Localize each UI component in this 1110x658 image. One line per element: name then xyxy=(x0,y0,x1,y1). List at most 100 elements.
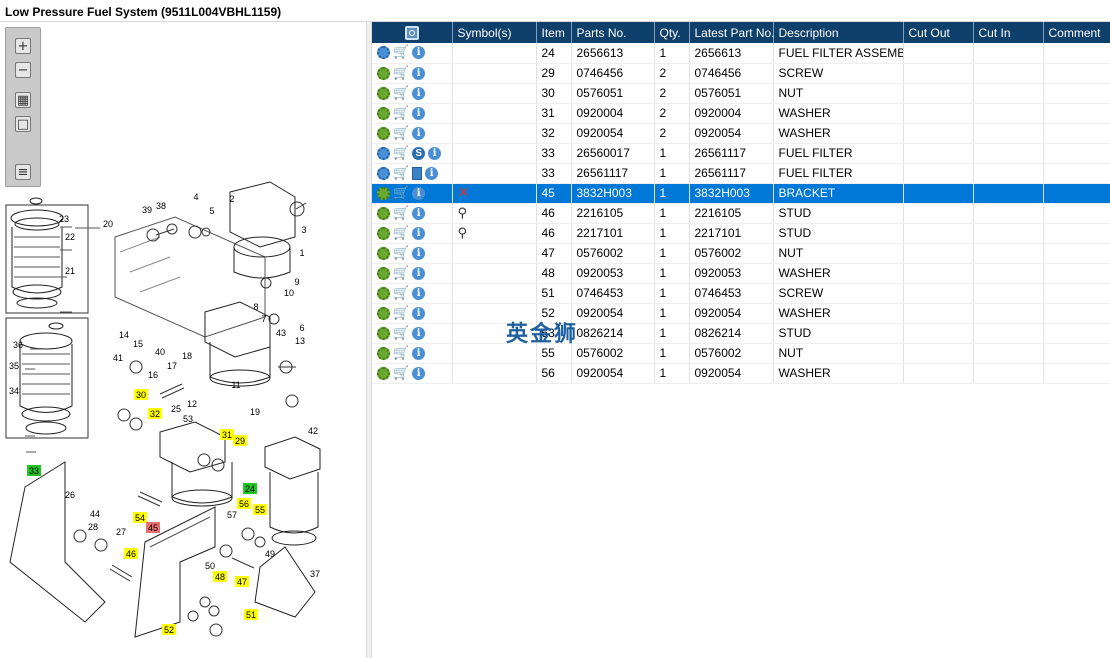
info-icon[interactable]: i xyxy=(412,266,426,280)
callout-label[interactable]: 30 xyxy=(134,389,148,400)
fit-all-button[interactable]: ▦ xyxy=(10,90,36,110)
assembly-gear-icon[interactable] xyxy=(377,46,390,60)
callout-label[interactable]: 12 xyxy=(187,399,197,409)
callout-label[interactable]: 14 xyxy=(119,330,129,340)
info-icon[interactable]: i xyxy=(412,86,426,100)
add-to-cart-icon[interactable]: 🛒 xyxy=(393,226,409,241)
settings-gear-icon[interactable] xyxy=(377,246,390,260)
info-icon[interactable]: i xyxy=(412,306,426,320)
column-header-actions[interactable] xyxy=(372,22,453,43)
callout-label[interactable]: 49 xyxy=(265,549,275,559)
table-row[interactable]: 🛒 i 29 0746456 2 0746456 SCREW xyxy=(372,63,1110,84)
callout-label[interactable]: 56 xyxy=(237,498,251,509)
callout-label[interactable]: 33 xyxy=(27,465,41,476)
callout-label[interactable]: 18 xyxy=(182,351,192,361)
callout-label[interactable]: 13 xyxy=(295,336,305,346)
info-icon[interactable]: i xyxy=(412,206,426,220)
callout-label[interactable]: 10 xyxy=(284,288,294,298)
callout-label[interactable]: 32 xyxy=(148,408,162,419)
diagram-pane[interactable]: 23 22 21 20 36 35 34 33 39 38 4 5 2 3 1 10 9 8 7 6 14 15 18 43 1… xyxy=(0,22,366,658)
callout-label[interactable]: 34 xyxy=(9,386,19,396)
callout-label[interactable]: 31 xyxy=(220,429,234,440)
add-to-cart-icon[interactable]: 🛒 xyxy=(393,186,409,201)
callout-label[interactable]: 50 xyxy=(205,561,215,571)
callout-label[interactable]: 52 xyxy=(162,624,176,635)
column-header-qty[interactable]: Qty. xyxy=(654,22,690,43)
callout-label[interactable]: 38 xyxy=(156,201,166,211)
table-row[interactable]: 🛒 i 31 0920004 2 0920004 WASHER xyxy=(372,103,1110,124)
table-row[interactable]: 🛒 i 33 26561117 1 26561117 FUEL FILTER xyxy=(372,163,1110,184)
settings-gear-icon[interactable] xyxy=(377,206,390,220)
table-row[interactable]: 🛒 i ⚲ 46 2217101 1 2217101 STUD xyxy=(372,223,1110,244)
settings-gear-icon[interactable] xyxy=(377,86,390,100)
callout-label[interactable]: 8 xyxy=(253,302,258,312)
column-header-cut-in[interactable]: Cut In xyxy=(973,22,1044,43)
add-to-cart-icon[interactable]: 🛒 xyxy=(393,366,409,381)
table-row[interactable]: 🛒 i 32 0920054 2 0920054 WASHER xyxy=(372,123,1110,144)
callout-label[interactable]: 28 xyxy=(88,522,98,532)
table-row[interactable]: 🛒 i 56 0920054 1 0920054 WASHER xyxy=(372,363,1110,384)
zoom-out-button[interactable]: − xyxy=(10,60,36,80)
info-icon[interactable]: i xyxy=(412,46,426,60)
callout-label[interactable]: 54 xyxy=(133,512,147,523)
callout-label[interactable]: 44 xyxy=(90,509,100,519)
callout-label[interactable]: 21 xyxy=(65,266,75,276)
settings-gear-icon[interactable] xyxy=(377,186,390,200)
column-header-comment[interactable]: Comment xyxy=(1043,22,1110,43)
callout-label[interactable]: 39 xyxy=(142,205,152,215)
callout-label[interactable]: 9 xyxy=(294,277,299,287)
column-header-cut-out[interactable]: Cut Out xyxy=(903,22,974,43)
callout-label[interactable]: 17 xyxy=(167,361,177,371)
callout-label[interactable]: 46 xyxy=(124,548,138,559)
callout-label[interactable]: 48 xyxy=(213,571,227,582)
info-icon[interactable]: i xyxy=(412,126,426,140)
callout-label[interactable]: 25 xyxy=(171,404,181,414)
info-icon[interactable]: i xyxy=(428,146,442,160)
callout-label[interactable]: 1 xyxy=(299,248,304,258)
info-icon[interactable]: i xyxy=(425,166,439,180)
settings-gear-icon[interactable] xyxy=(377,306,390,320)
column-header-parts-no[interactable]: Parts No. xyxy=(571,22,655,43)
table-row[interactable]: 🛒 i ⚲ 46 2216105 1 2216105 STUD xyxy=(372,203,1110,224)
info-icon[interactable]: i xyxy=(412,326,426,340)
callout-label[interactable]: 16 xyxy=(148,370,158,380)
add-to-cart-icon[interactable]: 🛒 xyxy=(393,246,409,261)
callout-label[interactable]: 37 xyxy=(310,569,320,579)
add-to-cart-icon[interactable]: 🛒 xyxy=(393,306,409,321)
add-to-cart-icon[interactable]: 🛒 xyxy=(393,86,409,101)
callout-label[interactable]: 2 xyxy=(229,194,234,204)
callout-label[interactable]: 45 xyxy=(146,522,160,533)
add-to-cart-icon[interactable]: 🛒 xyxy=(393,66,409,81)
column-header-description[interactable]: Description xyxy=(773,22,904,43)
callout-label[interactable]: 35 xyxy=(9,361,19,371)
add-to-cart-icon[interactable]: 🛒 xyxy=(393,106,409,121)
info-icon[interactable]: i xyxy=(412,186,426,200)
settings-gear-icon[interactable] xyxy=(377,266,390,280)
table-row[interactable]: 🛒 i 47 0576002 1 0576002 NUT xyxy=(372,243,1110,264)
callout-label[interactable]: 51 xyxy=(244,609,258,620)
add-to-cart-icon[interactable]: 🛒 xyxy=(393,286,409,301)
add-to-cart-icon[interactable]: 🛒 xyxy=(393,206,409,221)
zoom-in-button[interactable]: + xyxy=(10,36,36,56)
table-row[interactable]: 🛒 i 55 0576002 1 0576002 NUT xyxy=(372,343,1110,364)
info-icon[interactable]: i xyxy=(412,226,426,240)
info-icon[interactable]: i xyxy=(412,246,426,260)
column-header-symbols[interactable]: Symbol(s) xyxy=(452,22,537,43)
parts-list-pane[interactable]: Symbol(s) Item Parts No. Qty. Latest Par… xyxy=(372,22,1110,658)
assembly-gear-icon[interactable] xyxy=(377,166,390,180)
settings-gear-icon[interactable] xyxy=(377,126,390,140)
callout-label[interactable]: 4 xyxy=(193,192,198,202)
callout-label[interactable]: 27 xyxy=(116,527,126,537)
callout-label[interactable]: 15 xyxy=(133,339,143,349)
table-row[interactable]: 🛒 i 52 0920054 1 0920054 WASHER xyxy=(372,303,1110,324)
callout-label[interactable]: 22 xyxy=(65,232,75,242)
callout-label[interactable]: 6 xyxy=(299,323,304,333)
add-to-cart-icon[interactable]: 🛒 xyxy=(393,45,409,60)
column-header-item[interactable]: Item xyxy=(536,22,572,43)
column-header-latest-part-no[interactable]: Latest Part No. xyxy=(689,22,775,43)
add-to-cart-icon[interactable]: 🛒 xyxy=(393,266,409,281)
callout-label[interactable]: 29 xyxy=(233,435,247,446)
supersession-icon[interactable]: S xyxy=(412,146,426,160)
not-available-icon[interactable]: ✕ xyxy=(458,185,470,201)
settings-gear-icon[interactable] xyxy=(377,66,390,80)
